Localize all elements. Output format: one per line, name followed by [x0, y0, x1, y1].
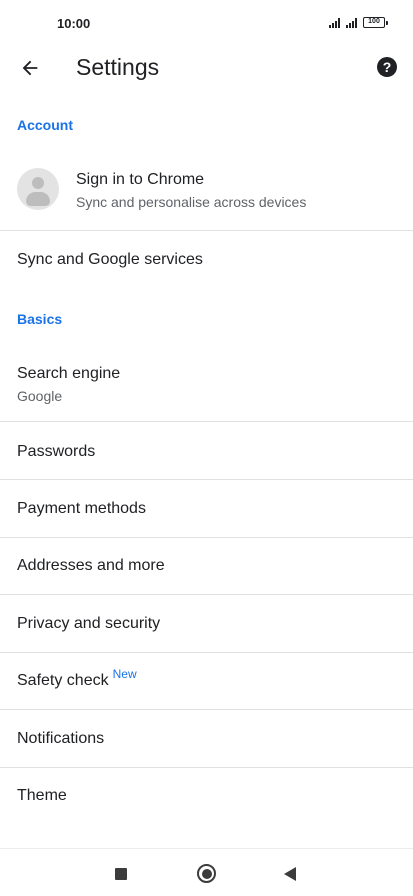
settings-item-passwords[interactable]: Passwords — [0, 422, 413, 479]
section-header-basics: Basics — [17, 311, 63, 327]
settings-item-label: Payment methods — [17, 500, 146, 517]
signal-icon — [329, 18, 340, 28]
settings-item-addresses[interactable]: Addresses and more — [0, 538, 413, 594]
settings-item-label: Passwords — [17, 443, 96, 460]
settings-item-search-engine[interactable]: Search engine Google — [0, 350, 413, 421]
system-nav-bar — [0, 848, 413, 896]
home-circle-icon[interactable] — [197, 864, 216, 883]
settings-item-label: Addresses and more — [17, 557, 165, 574]
sign-in-subtitle: Sync and personalise across devices — [76, 194, 307, 210]
status-icons: 100 — [329, 17, 388, 28]
settings-item-theme[interactable]: Theme — [0, 768, 413, 825]
settings-item-value: Google — [17, 388, 63, 404]
settings-item-safety-check[interactable]: Safety check New — [0, 653, 413, 709]
settings-item-label: Privacy and security — [17, 615, 161, 632]
back-triangle-icon[interactable] — [284, 867, 296, 881]
settings-item-payment-methods[interactable]: Payment methods — [0, 480, 413, 537]
settings-item-label: Theme — [17, 787, 67, 804]
person-avatar-icon — [17, 168, 59, 210]
battery-icon: 100 — [363, 17, 388, 28]
new-badge: New — [112, 667, 137, 681]
signal-icon — [346, 18, 357, 28]
status-bar: 10:00 100 — [0, 0, 413, 44]
settings-item-label: Notifications — [17, 730, 105, 747]
settings-item-title: Safety check New — [17, 667, 137, 690]
sign-in-row[interactable]: Sign in to Chrome Sync and personalise a… — [0, 158, 413, 230]
settings-item-sync[interactable]: Sync and Google services — [0, 231, 413, 287]
status-time: 10:00 — [57, 16, 91, 31]
help-icon[interactable]: ? — [377, 57, 397, 77]
settings-item-label: Sync and Google services — [17, 251, 203, 268]
toolbar: Settings ? — [0, 44, 413, 92]
sign-in-title: Sign in to Chrome — [76, 171, 205, 188]
recents-square-icon[interactable] — [115, 868, 127, 880]
settings-item-label: Safety check — [17, 672, 109, 689]
settings-item-notifications[interactable]: Notifications — [0, 710, 413, 767]
settings-item-label: Search engine — [17, 365, 121, 382]
arrow-back-icon[interactable] — [14, 52, 46, 84]
section-header-account: Account — [17, 117, 73, 133]
page-title: Settings — [76, 54, 160, 80]
settings-item-privacy[interactable]: Privacy and security — [0, 595, 413, 652]
